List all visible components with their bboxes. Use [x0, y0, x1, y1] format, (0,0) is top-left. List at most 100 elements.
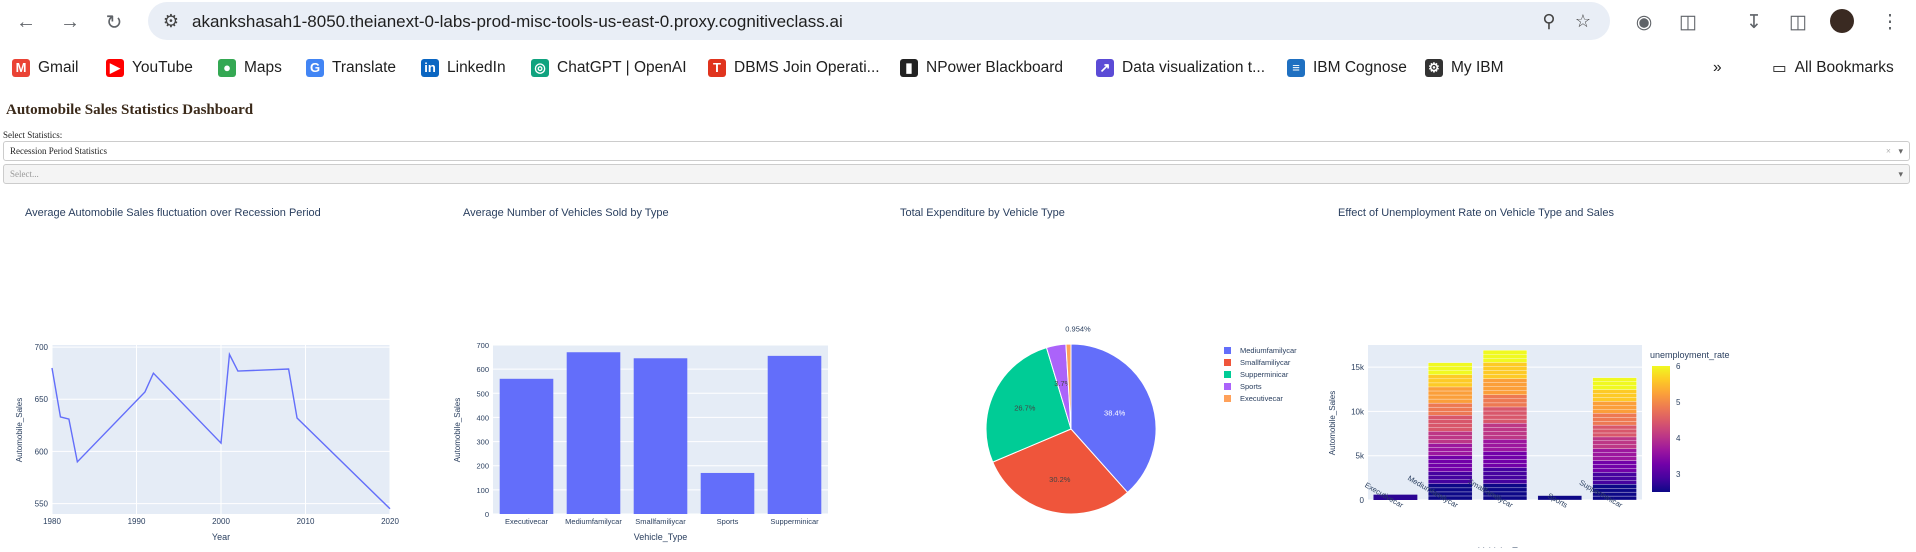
year-dropdown[interactable]: Select... ▾ [3, 164, 1910, 184]
stacked-segment [1482, 455, 1528, 460]
stacked-segment [1428, 374, 1473, 380]
stacked-segment [1428, 467, 1473, 472]
forward-icon[interactable]: → [56, 8, 84, 36]
select-statistics-label: Select Statistics: [3, 130, 63, 140]
stacked-segment [1428, 386, 1473, 392]
line-xtick-label: 2020 [381, 517, 399, 526]
bar-ytick-label: 700 [476, 341, 489, 350]
stacked-segment [1428, 402, 1473, 408]
more-bookmarks-button[interactable]: » [1713, 56, 1722, 80]
stacked-segment [1592, 424, 1637, 430]
star-icon[interactable]: ☆ [1572, 10, 1594, 32]
statistics-dropdown[interactable]: Recession Period Statistics × ▾ [3, 141, 1910, 161]
charts-area: 5506006507001980 1990 2000 2010 2020YearAuto… [15, 325, 1730, 548]
stacked-segment [1482, 427, 1528, 432]
stacked-segment [1592, 476, 1637, 481]
stacked-segment [1482, 443, 1528, 448]
bookmark-gmail[interactable]: M Gmail [12, 56, 78, 80]
stacked-segment [1592, 393, 1637, 398]
bookmarks-bar: M Gmail ▶ YouTube ● Maps G Translate in LinkedIn ◎… [0, 52, 1916, 82]
site-info-icon[interactable]: ⚙ [160, 10, 182, 32]
stacked-segment [1482, 422, 1528, 428]
stacked-segment [1482, 467, 1528, 472]
stacked-segment [1592, 385, 1637, 390]
stacked-segment [1592, 401, 1637, 406]
bar-ytick-label: 400 [476, 413, 489, 422]
chatgpt-icon: ◎ [531, 59, 549, 77]
bookmark-chatgpt[interactable]: ◎ ChatGPT | OpenAI [531, 56, 687, 80]
translate-icon: G [306, 59, 324, 77]
stacked-segment [1482, 354, 1528, 359]
stacked-segment [1428, 427, 1473, 432]
stacked-segment [1482, 374, 1528, 379]
stacked-segment [1428, 423, 1473, 428]
colorbar-tick-label: 4 [1676, 434, 1681, 443]
bar-ytick-label: 0 [485, 510, 489, 519]
bookmark-label: DBMS Join Operati... [734, 59, 880, 76]
colorbar-tick-label: 6 [1676, 362, 1681, 371]
dbms-icon: T [708, 59, 726, 77]
dashboard-page: Automobile Sales Statistics Dashboard Se… [0, 96, 1916, 552]
pie-legend-label: Sports [1240, 382, 1262, 391]
bookmark-linkedin[interactable]: in LinkedIn [421, 56, 506, 80]
side-panel-icon[interactable]: ◫ [1784, 8, 1812, 36]
bookmark-label: ChatGPT | OpenAI [557, 59, 687, 76]
camera-icon[interactable]: ◉ [1630, 8, 1658, 36]
bookmark-label: NPower Blackboard [926, 59, 1063, 76]
stacked-segment [1592, 420, 1637, 426]
stacked-segment [1592, 468, 1637, 473]
stacked-segment [1592, 377, 1637, 382]
ibm-cognose-icon: ≡ [1287, 59, 1305, 77]
bookmark-youtube[interactable]: ▶ YouTube [106, 56, 193, 80]
stacked-segment [1482, 459, 1528, 464]
pie-legend-swatch [1224, 383, 1231, 390]
stacked-segment [1592, 464, 1637, 469]
stacked-segment [1482, 366, 1528, 371]
bookmark-dataviz[interactable]: ↗ Data visualization t... [1096, 56, 1265, 80]
avatar[interactable] [1830, 9, 1854, 33]
stacked-segment [1592, 432, 1637, 438]
menu-icon[interactable]: ⋮ [1876, 8, 1904, 36]
stacked-segment [1592, 397, 1637, 402]
stacked-segment [1428, 390, 1473, 396]
bookmark-label: Translate [332, 59, 397, 76]
clear-icon[interactable]: × [1886, 142, 1891, 160]
chevron-down-icon[interactable]: ▾ [1898, 165, 1903, 183]
stacked-segment [1428, 443, 1473, 448]
stacked-segment [1592, 436, 1637, 442]
bar-mediumfamilycar [566, 352, 621, 514]
download-icon[interactable]: ↧ [1740, 8, 1768, 36]
browser-toolbar: ← → ↻ ⚙ akankshasah1-8050.theianext-0-la… [0, 0, 1916, 42]
stacked-segment [1592, 381, 1637, 386]
stacked-segment [1482, 358, 1528, 363]
line-xtick-label: 2010 [297, 517, 315, 526]
bookmark-maps[interactable]: ● Maps [218, 56, 282, 80]
stacked-ytick-label: 15k [1351, 363, 1365, 372]
back-icon[interactable]: ← [12, 8, 40, 36]
stacked-segment [1428, 451, 1473, 456]
bookmark-my-ibm[interactable]: ⚙ My IBM [1425, 56, 1504, 80]
bookmark-translate[interactable]: G Translate [306, 56, 396, 80]
maps-icon: ● [218, 59, 236, 77]
zoom-icon[interactable]: ⚲ [1538, 10, 1560, 32]
bar-executivecar [499, 378, 554, 514]
bookmark-npower[interactable]: ▮ NPower Blackboard [900, 56, 1063, 80]
bookmark-ibm-cognose[interactable]: ≡ IBM Cognose [1287, 56, 1407, 80]
address-bar[interactable]: ⚙ akankshasah1-8050.theianext-0-labs-pro… [148, 2, 1610, 40]
bar-xtick-label: Sports [717, 517, 739, 526]
all-bookmarks-button[interactable]: ▭ All Bookmarks [1772, 56, 1894, 80]
stacked-segment [1428, 475, 1473, 480]
extensions-icon[interactable]: ◫ [1674, 8, 1702, 36]
stacked-segment [1482, 362, 1528, 367]
chevron-down-icon[interactable]: ▾ [1898, 142, 1903, 160]
reload-icon[interactable]: ↻ [100, 8, 128, 36]
stacked-yaxis-title: Automobile_Sales [1328, 391, 1337, 455]
linkedin-icon: in [421, 59, 439, 77]
stacked-segment [1592, 405, 1637, 410]
pie-legend-swatch [1224, 347, 1231, 354]
stacked-segment [1592, 444, 1637, 449]
stacked-segment [1428, 471, 1473, 476]
bookmark-dbms[interactable]: T DBMS Join Operati... [708, 56, 880, 80]
pie-legend-label: Supperminicar [1240, 370, 1289, 379]
bar-sports [700, 472, 755, 514]
